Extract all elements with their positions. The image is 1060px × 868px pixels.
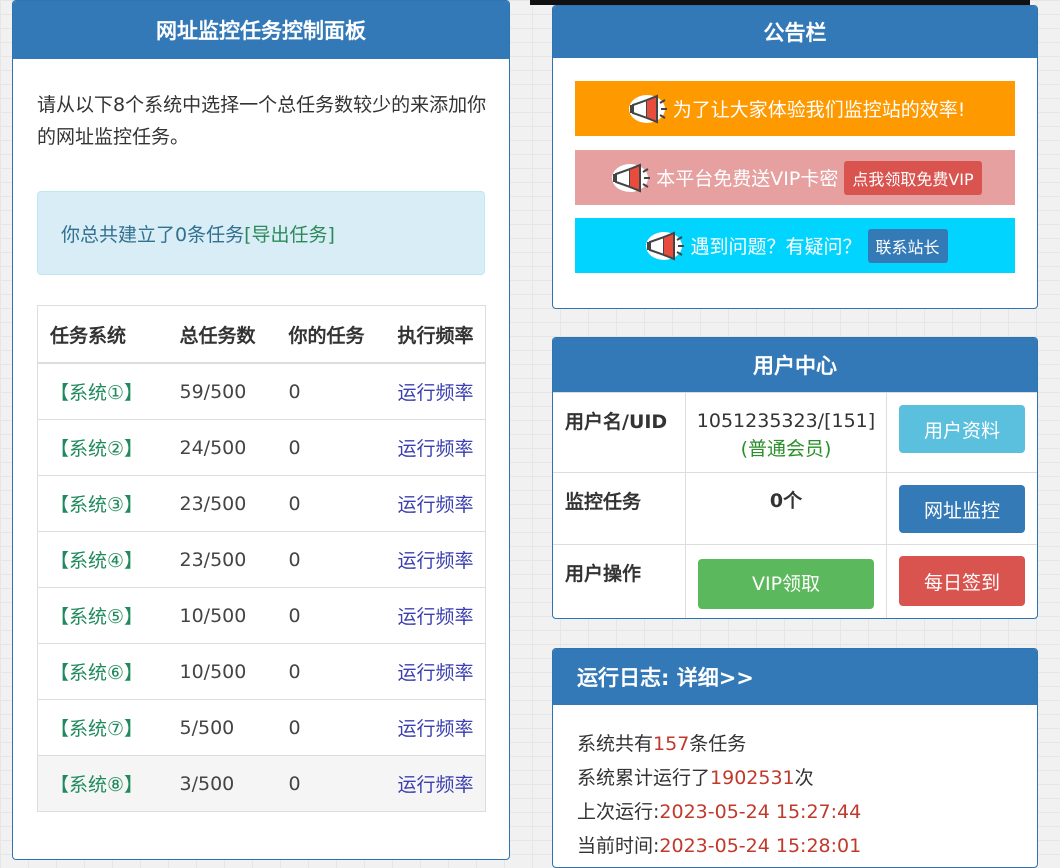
uid-label: 用户名/UID	[553, 392, 686, 473]
total-count: 23/500	[167, 531, 277, 588]
my-count: 0	[276, 643, 386, 700]
uid-row: 用户名/UID 1051235323/[151] (普通会员) 用户资料	[553, 392, 1037, 473]
table-row: 【系统③】 23/500 0 运行频率	[37, 475, 486, 532]
system-link[interactable]: 【系统④】	[37, 531, 168, 588]
notice-vip: 本平台免费送VIP卡密 点我领取免费VIP	[575, 150, 1015, 205]
ops-row: 用户操作 VIP领取 每日签到	[553, 544, 1037, 618]
log-label: 系统共有	[577, 733, 654, 755]
notice-text: 本平台免费送VIP卡密	[656, 168, 839, 190]
member-level: (普通会员)	[740, 438, 832, 460]
header-mine: 你的任务	[276, 305, 386, 364]
frequency-link[interactable]: 运行频率	[385, 475, 486, 532]
my-count: 0	[276, 699, 386, 756]
tasks-label: 监控任务	[553, 472, 686, 545]
ops-label: 用户操作	[553, 544, 686, 618]
log-label: 次	[794, 767, 814, 789]
notice-experience: 为了让大家体验我们监控站的效率!	[575, 81, 1015, 136]
notice-text: 为了让大家体验我们监控站的效率!	[672, 99, 966, 121]
total-count: 3/500	[167, 755, 277, 812]
daily-checkin-button[interactable]: 每日签到	[899, 556, 1025, 606]
tasks-value: 0个	[685, 472, 887, 545]
notice-text: 遇到问题？有疑问？	[690, 236, 862, 258]
total-count: 24/500	[167, 419, 277, 476]
uid-value: 1051235323/[151]	[696, 410, 876, 432]
total-count: 10/500	[167, 587, 277, 644]
my-count: 0	[276, 362, 386, 420]
export-tasks-link[interactable]: [导出任务]	[244, 220, 335, 247]
run-log-panel: 运行日志: 详细>> 系统共有157条任务 系统累计运行了1902531次 上次…	[552, 648, 1038, 868]
log-line: 系统累计运行了1902531次	[577, 761, 861, 795]
system-link[interactable]: 【系统②】	[37, 419, 168, 476]
header-total: 总任务数	[167, 305, 277, 364]
user-table: 用户名/UID 1051235323/[151] (普通会员) 用户资料 监控任…	[553, 392, 1037, 618]
my-count: 0	[276, 755, 386, 812]
total-count: 5/500	[167, 699, 277, 756]
log-title-link[interactable]: 运行日志: 详细>>	[553, 649, 1037, 705]
system-link[interactable]: 【系统⑧】	[37, 755, 168, 812]
total-count: 59/500	[167, 362, 277, 420]
frequency-link[interactable]: 运行频率	[385, 699, 486, 756]
table-row: 【系统⑧】 3/500 0 运行频率	[37, 755, 486, 812]
table-row: 【系统⑦】 5/500 0 运行频率	[37, 699, 486, 756]
panel-title: 公告栏	[553, 6, 1037, 58]
system-link[interactable]: 【系统⑦】	[37, 699, 168, 756]
url-monitor-button[interactable]: 网址监控	[899, 485, 1025, 533]
total-count: 10/500	[167, 643, 277, 700]
my-count: 0	[276, 475, 386, 532]
frequency-link[interactable]: 运行频率	[385, 362, 486, 420]
my-count: 0	[276, 531, 386, 588]
system-link[interactable]: 【系统⑤】	[37, 587, 168, 644]
log-line: 上次运行:2023-05-24 15:27:44	[577, 795, 861, 829]
frequency-link[interactable]: 运行频率	[385, 531, 486, 588]
last-run-time: 2023-05-24 15:27:44	[659, 801, 862, 823]
log-body: 系统共有157条任务 系统累计运行了1902531次 上次运行:2023-05-…	[577, 727, 861, 863]
system-link[interactable]: 【系统①】	[37, 362, 168, 420]
intro-text: 请从以下8个系统中选择一个总任务数较少的来添加你的网址监控任务。	[37, 94, 487, 148]
claim-vip-button[interactable]: 点我领取免费VIP	[844, 160, 982, 195]
task-control-panel: 网址监控任务控制面板 请从以下8个系统中选择一个总任务数较少的来添加你的网址监控…	[12, 0, 510, 860]
total-tasks-alert: 你总共建立了0条任务 [导出任务]	[37, 191, 485, 275]
vip-claim-button[interactable]: VIP领取	[698, 559, 874, 609]
log-line: 系统共有157条任务	[577, 727, 861, 761]
log-label: 系统累计运行了	[577, 767, 711, 789]
user-center: 用户中心 用户名/UID 1051235323/[151] (普通会员) 用户资…	[552, 337, 1038, 619]
total-tasks-text: 你总共建立了0条任务	[61, 223, 245, 246]
frequency-link[interactable]: 运行频率	[385, 755, 486, 812]
system-link[interactable]: 【系统⑥】	[37, 643, 168, 700]
run-count: 1902531	[710, 767, 795, 789]
contact-admin-button[interactable]: 联系站长	[867, 228, 948, 263]
megaphone-icon	[642, 228, 686, 264]
my-count: 0	[276, 419, 386, 476]
profile-button[interactable]: 用户资料	[899, 405, 1025, 453]
frequency-link[interactable]: 运行频率	[385, 587, 486, 644]
panel-title: 用户中心	[553, 338, 1037, 392]
log-label: 条任务	[689, 733, 747, 755]
megaphone-icon	[608, 160, 652, 196]
table-row: 【系统①】 59/500 0 运行频率	[37, 362, 486, 420]
log-label: 上次运行:	[577, 801, 660, 823]
table-row: 【系统②】 24/500 0 运行频率	[37, 419, 486, 476]
frequency-link[interactable]: 运行频率	[385, 643, 486, 700]
notice-board: 公告栏 为了让大家体验我们监控站的效率! 本平台免费送VIP卡密 点我领取免费V…	[552, 5, 1038, 309]
current-time: 2023-05-24 15:28:01	[659, 835, 862, 857]
uid-cell: 1051235323/[151] (普通会员)	[685, 392, 887, 473]
system-link[interactable]: 【系统③】	[37, 475, 168, 532]
total-count: 23/500	[167, 475, 277, 532]
frequency-link[interactable]: 运行频率	[385, 419, 486, 476]
log-line: 当前时间:2023-05-24 15:28:01	[577, 829, 861, 863]
my-count: 0	[276, 587, 386, 644]
header-system: 任务系统	[37, 305, 168, 364]
notice-contact: 遇到问题？有疑问？ 联系站长	[575, 218, 1015, 273]
table-row: 【系统④】 23/500 0 运行频率	[37, 531, 486, 588]
system-table: 任务系统 总任务数 你的任务 执行频率 【系统①】 59/500 0 运行频率 …	[37, 305, 486, 812]
task-count: 157	[653, 733, 690, 755]
table-row: 【系统⑥】 10/500 0 运行频率	[37, 643, 486, 700]
megaphone-icon	[625, 91, 669, 127]
header-frequency: 执行频率	[385, 305, 486, 364]
table-row: 【系统⑤】 10/500 0 运行频率	[37, 587, 486, 644]
panel-title: 网址监控任务控制面板	[13, 1, 509, 59]
tasks-row: 监控任务 0个 网址监控	[553, 472, 1037, 545]
log-label: 当前时间:	[577, 835, 660, 857]
